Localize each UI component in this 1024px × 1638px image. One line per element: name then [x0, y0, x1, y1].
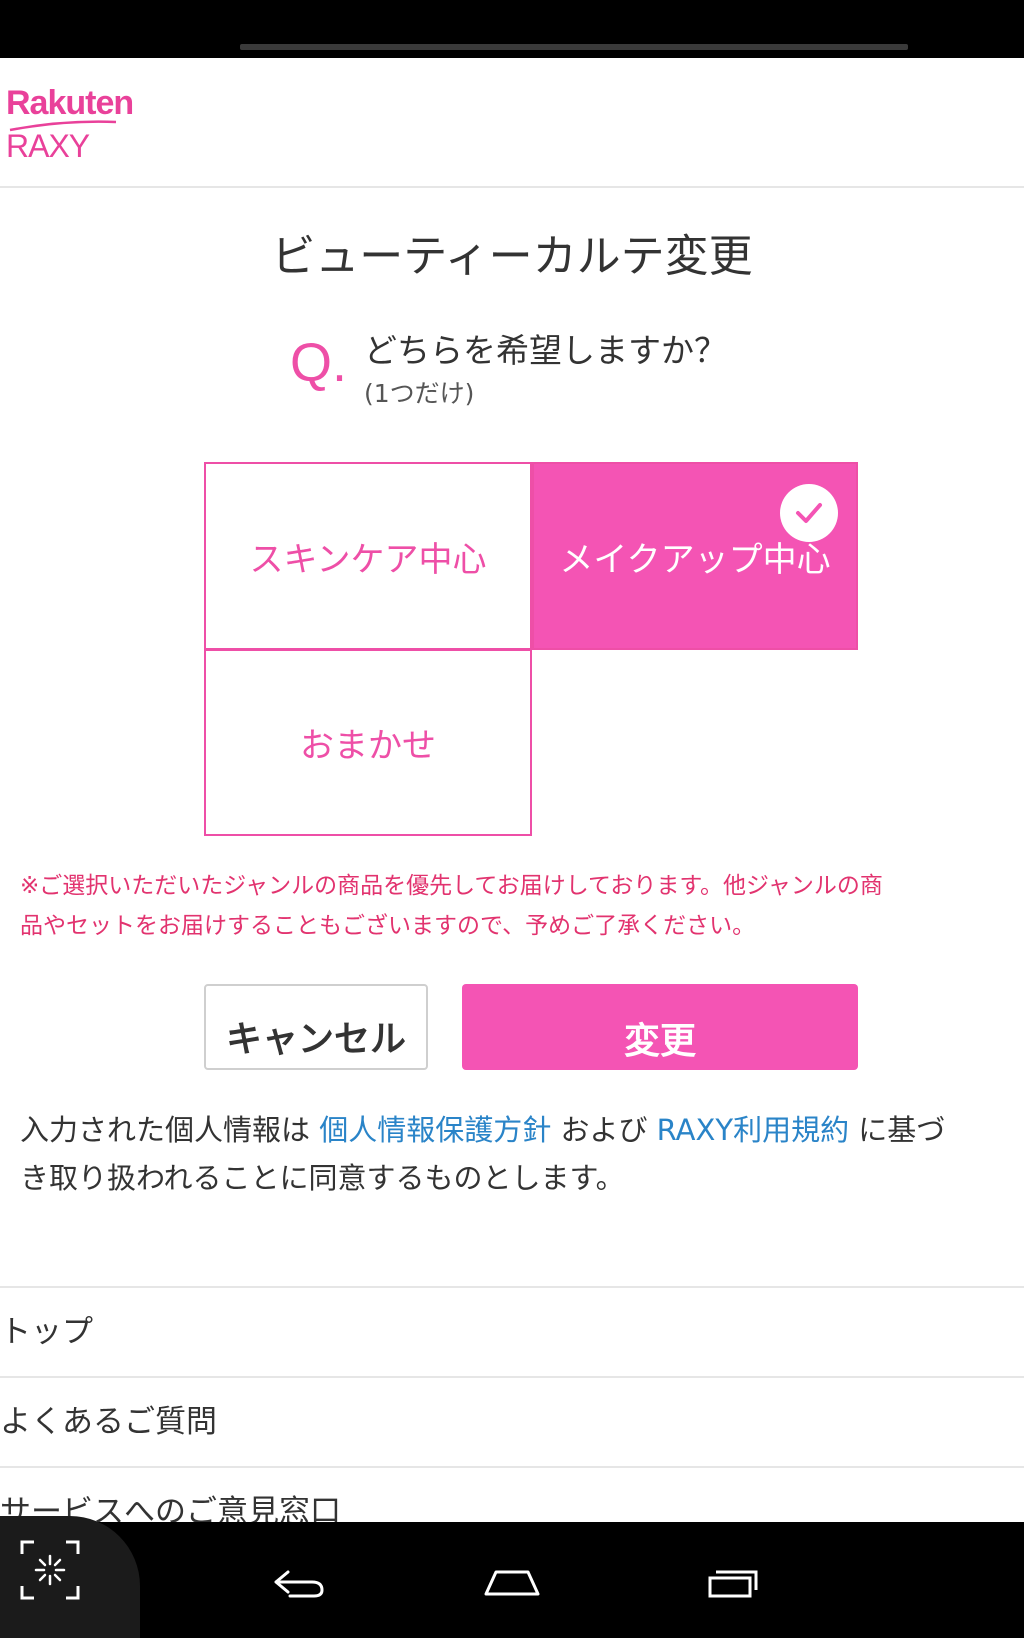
raxy-terms-link[interactable]: RAXY利用規約: [657, 1113, 849, 1147]
question-note: (1つだけ): [364, 379, 475, 408]
consent-prefix: 入力された個人情報は: [20, 1113, 320, 1147]
option-omakase-label: おまかせ: [300, 726, 436, 766]
consent-middle: および: [551, 1113, 657, 1147]
question-mark-label: Q.: [290, 333, 348, 393]
change-button[interactable]: 変更: [462, 984, 858, 1070]
genre-notice: ※ご選択いただいたジャンルの商品を優先してお届けしております。他ジャンルの商 品…: [20, 866, 1024, 946]
consent-text: 入力された個人情報は 個人情報保護方針 および RAXY利用規約 に基づ き取り…: [20, 1106, 1024, 1202]
rakuten-raxy-logo[interactable]: Rakuten RAXY: [6, 84, 166, 174]
option-skincare-label: スキンケア中心: [249, 539, 487, 580]
genre-notice-line-1: ※ご選択いただいたジャンルの商品を優先してお届けしております。他ジャンルの商: [20, 873, 883, 899]
cancel-button[interactable]: キャンセル: [204, 984, 428, 1070]
option-skincare[interactable]: スキンケア中心: [204, 462, 532, 650]
footer-nav: トップ よくあるご質問 サービスへのご意見窓口: [0, 1286, 1024, 1556]
footer-nav-faq[interactable]: よくあるご質問: [0, 1376, 1024, 1466]
logo-product-text: RAXY: [6, 128, 90, 164]
screenshot-icon: [20, 1540, 80, 1600]
option-makeup[interactable]: メイクアップ中心: [532, 462, 858, 650]
privacy-policy-link[interactable]: 個人情報保護方針: [319, 1113, 551, 1147]
app-header: Rakuten RAXY: [0, 58, 1024, 188]
consent-line-2: き取り扱われることに同意するものとします。: [20, 1161, 625, 1195]
recents-icon[interactable]: [702, 1562, 766, 1602]
option-makeup-label: メイクアップ中心: [559, 539, 831, 580]
consent-line-1: 入力された個人情報は 個人情報保護方針 および RAXY利用規約 に基づ: [20, 1106, 1024, 1154]
consent-suffix: に基づ: [849, 1113, 946, 1147]
genre-notice-line-2: 品やセットをお届けすることもございますので、予めご了承ください。: [20, 913, 756, 939]
android-navigation-bar: [0, 1522, 1024, 1638]
page-title: ビューティーカルテ変更: [271, 231, 753, 282]
back-icon[interactable]: [266, 1562, 330, 1602]
logo-brand-text: Rakuten: [6, 84, 134, 122]
footer-nav-top[interactable]: トップ: [0, 1286, 1024, 1376]
check-circle-icon: [780, 484, 838, 542]
question-text: どちらを希望しますか？: [364, 331, 727, 370]
option-omakase[interactable]: おまかせ: [204, 649, 532, 836]
status-bar: [0, 0, 1024, 58]
home-icon[interactable]: [480, 1562, 544, 1602]
status-bar-line: [240, 44, 908, 50]
